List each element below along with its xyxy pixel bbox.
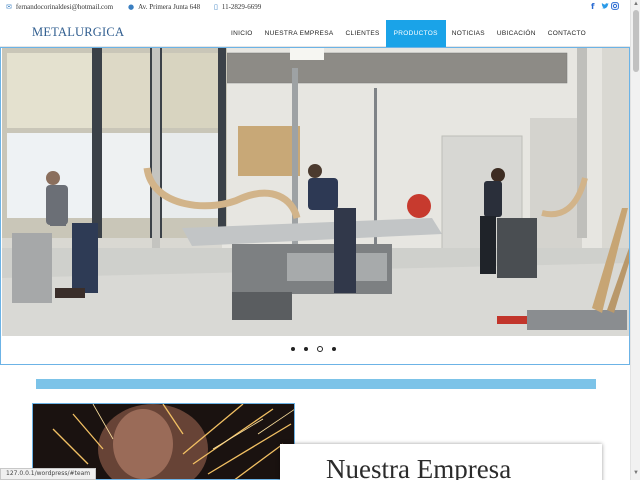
- address-contact: ● Av. Primera Junta 648: [128, 3, 200, 11]
- workshop-photo: [2, 48, 629, 336]
- instagram-icon[interactable]: [611, 2, 619, 11]
- about-title: Nuestra Empresa: [326, 454, 512, 480]
- scroll-thumb[interactable]: [633, 10, 639, 72]
- top-info-bar: ✉ fernandocorinaldesi@hotmail.com ● Av. …: [0, 0, 630, 15]
- email-text: fernandocorinaldesi@hotmail.com: [15, 3, 114, 11]
- email-contact[interactable]: ✉ fernandocorinaldesi@hotmail.com: [6, 3, 113, 11]
- site-logo[interactable]: METALURGICA: [32, 25, 124, 40]
- scroll-up-arrow-icon[interactable]: ▲: [633, 1, 639, 7]
- slider-dot[interactable]: [291, 347, 295, 351]
- twitter-icon[interactable]: [601, 2, 609, 11]
- phone-text: 11-2829-6699: [221, 3, 262, 11]
- slider-pagination: [291, 346, 336, 352]
- nav-contacto[interactable]: CONTACTO: [542, 20, 592, 47]
- phone-contact[interactable]: ▯ 11-2829-6699: [214, 3, 261, 11]
- main-navbar: METALURGICA INICIO NUESTRA EMPRESA CLIEN…: [0, 15, 630, 47]
- slider-dot[interactable]: [304, 347, 308, 351]
- vertical-scrollbar[interactable]: ▲ ▼: [630, 0, 640, 480]
- nav-clientes[interactable]: CLIENTES: [339, 20, 385, 47]
- scroll-down-arrow-icon[interactable]: ▼: [633, 470, 639, 476]
- nav-noticias[interactable]: NOTICIAS: [446, 20, 491, 47]
- about-card: Nuestra Empresa: [280, 444, 602, 480]
- hero-slider: [0, 47, 630, 365]
- mail-icon: ✉: [6, 3, 12, 11]
- slider-dot-active[interactable]: [317, 346, 323, 352]
- main-menu: INICIO NUESTRA EMPRESA CLIENTES PRODUCTO…: [225, 20, 592, 47]
- nav-productos[interactable]: PRODUCTOS: [385, 20, 446, 47]
- nav-ubicacion[interactable]: UBICACIÓN: [491, 20, 542, 47]
- phone-icon: ▯: [214, 3, 218, 11]
- social-links: f: [591, 2, 619, 11]
- slider-dot[interactable]: [332, 347, 336, 351]
- status-url-bar: 127.0.0.1/wordpress/#team: [0, 468, 97, 480]
- nav-nuestra-empresa[interactable]: NUESTRA EMPRESA: [259, 20, 340, 47]
- section-divider-bar: [36, 379, 596, 389]
- page: ✉ fernandocorinaldesi@hotmail.com ● Av. …: [0, 0, 640, 480]
- address-text: Av. Primera Junta 648: [138, 3, 201, 11]
- nav-inicio[interactable]: INICIO: [225, 20, 259, 47]
- facebook-icon[interactable]: f: [591, 2, 598, 11]
- location-pin-icon: ●: [128, 3, 135, 11]
